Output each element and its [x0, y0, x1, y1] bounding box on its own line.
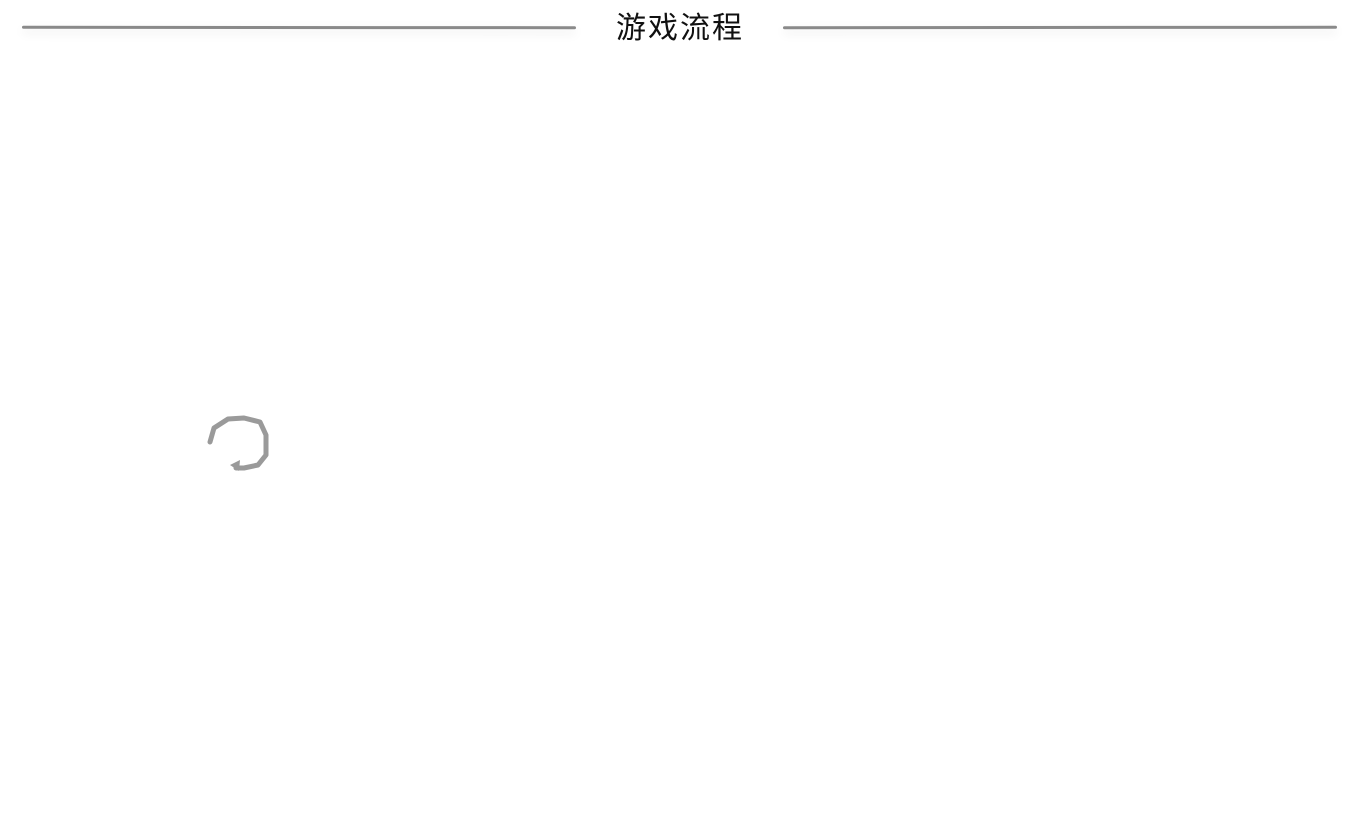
rotate-loop-icon: [202, 410, 284, 492]
title-rule-left: [21, 25, 577, 30]
page-header: 游戏流程: [0, 0, 1368, 60]
title-rule-right: [782, 25, 1338, 30]
page-title: 游戏流程: [590, 7, 770, 51]
